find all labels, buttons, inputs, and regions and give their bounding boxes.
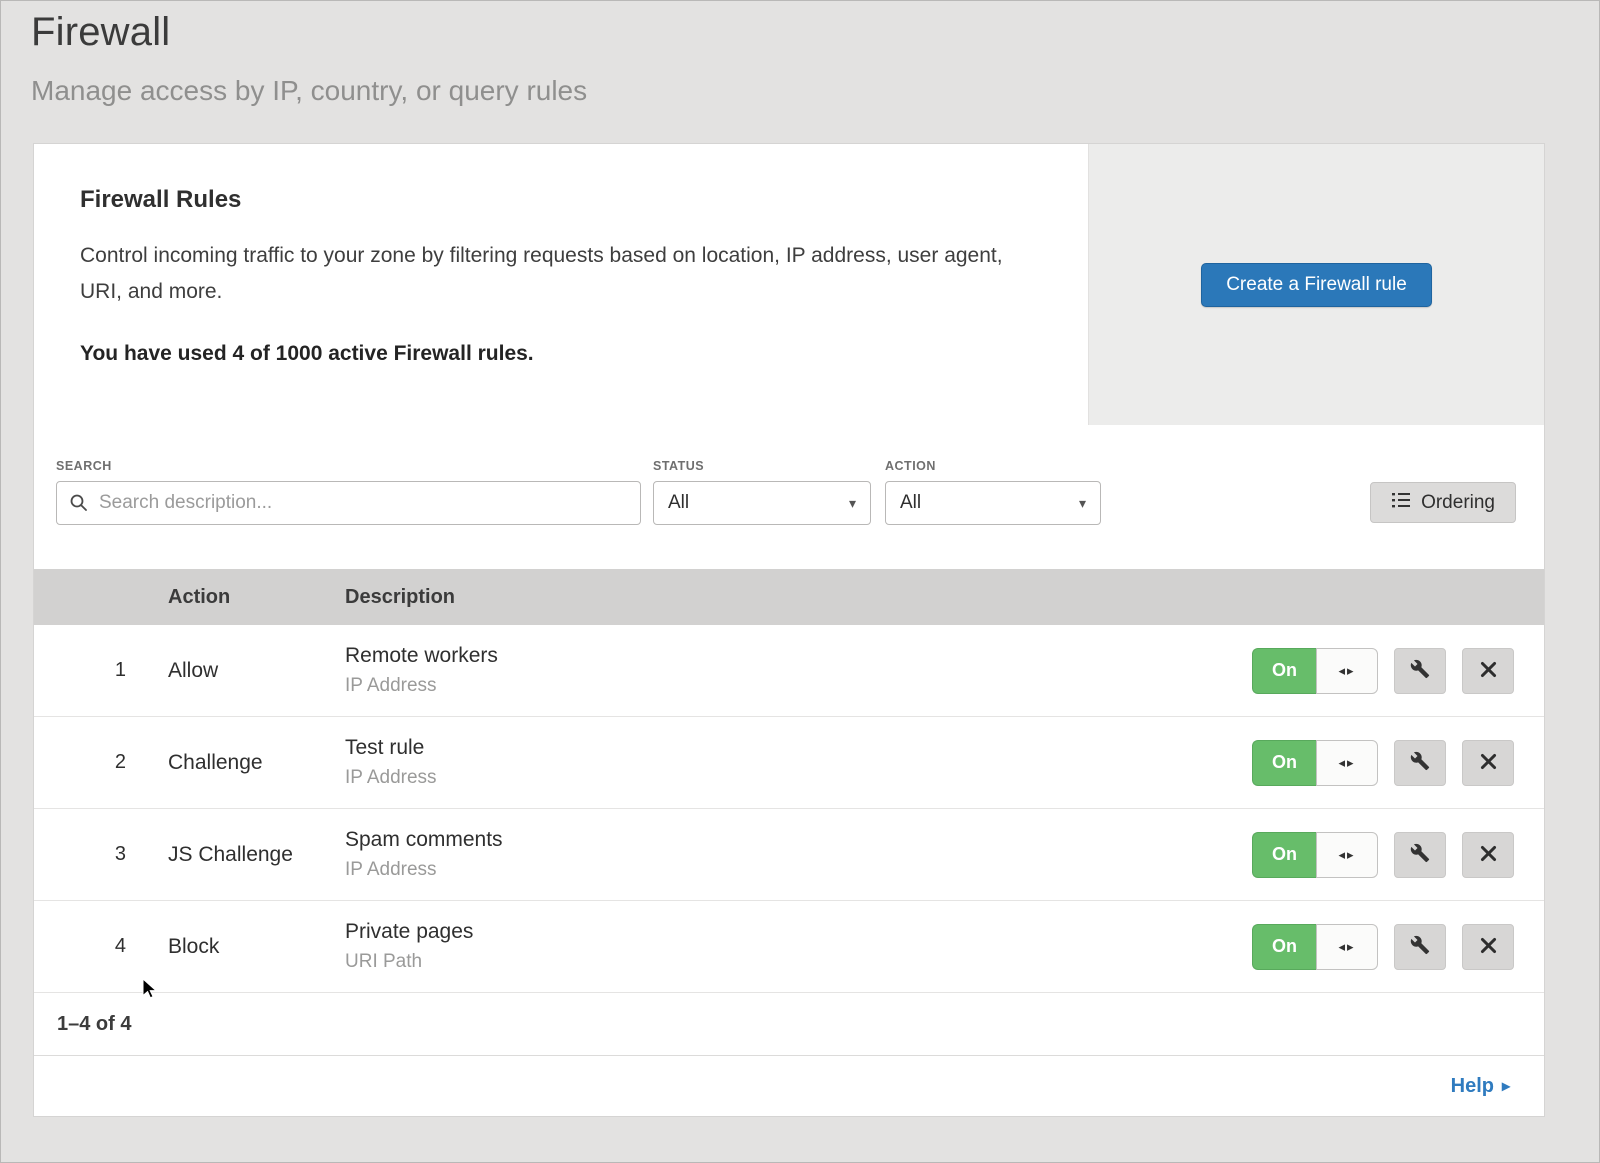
chevron-down-icon: ▾ bbox=[1079, 495, 1086, 512]
search-filter: Search bbox=[56, 459, 641, 525]
rule-action: Challenge bbox=[168, 751, 345, 775]
delete-rule-button[interactable] bbox=[1462, 740, 1514, 786]
status-select[interactable]: All ▾ bbox=[653, 481, 871, 525]
ordered-list-icon bbox=[1391, 491, 1411, 515]
table-footer: 1–4 of 4 bbox=[34, 993, 1544, 1056]
rule-priority: 4 bbox=[34, 935, 168, 958]
page-subtitle: Manage access by IP, country, or query r… bbox=[31, 75, 1600, 107]
status-filter: Status All ▾ bbox=[653, 459, 871, 525]
filter-bar: Search Status All ▾ Action All ▾ bbox=[34, 425, 1544, 569]
rule-action: JS Challenge bbox=[168, 843, 345, 867]
page-title: Firewall bbox=[31, 10, 1600, 55]
intro-text: Firewall Rules Control incoming traffic … bbox=[34, 144, 1088, 425]
intro-action-panel: Create a Firewall rule bbox=[1088, 144, 1544, 425]
rule-priority: 1 bbox=[34, 659, 168, 682]
rule-enabled-toggle[interactable]: On ◂▸ bbox=[1252, 832, 1378, 878]
ordering-button-label: Ordering bbox=[1421, 492, 1495, 514]
delete-rule-button[interactable] bbox=[1462, 832, 1514, 878]
close-icon bbox=[1480, 937, 1497, 957]
help-arrow-icon: ▸ bbox=[1502, 1076, 1510, 1096]
search-label: Search bbox=[56, 459, 641, 473]
search-input[interactable] bbox=[56, 481, 641, 525]
close-icon bbox=[1480, 661, 1497, 681]
rule-enabled-toggle[interactable]: On ◂▸ bbox=[1252, 648, 1378, 694]
create-firewall-rule-button[interactable]: Create a Firewall rule bbox=[1201, 263, 1432, 307]
help-link[interactable]: Help ▸ bbox=[1451, 1075, 1510, 1098]
table-header: Action Description bbox=[34, 569, 1544, 625]
status-label: Status bbox=[653, 459, 871, 473]
rule-description: Private pages bbox=[345, 920, 1214, 944]
chevron-down-icon: ▾ bbox=[849, 495, 856, 512]
wrench-icon bbox=[1410, 935, 1430, 958]
toggle-on-label: On bbox=[1252, 832, 1316, 878]
toggle-on-label: On bbox=[1252, 648, 1316, 694]
rule-action: Block bbox=[168, 935, 345, 959]
toggle-handle-icon: ◂▸ bbox=[1316, 648, 1378, 694]
wrench-icon bbox=[1410, 751, 1430, 774]
firewall-rules-card: Firewall Rules Control incoming traffic … bbox=[33, 143, 1545, 1117]
card-footer: Help ▸ bbox=[34, 1056, 1544, 1116]
rule-enabled-toggle[interactable]: On ◂▸ bbox=[1252, 740, 1378, 786]
rule-priority: 3 bbox=[34, 843, 168, 866]
delete-rule-button[interactable] bbox=[1462, 924, 1514, 970]
search-icon bbox=[69, 493, 89, 518]
wrench-icon bbox=[1410, 659, 1430, 682]
table-row: 3 JS Challenge Spam comments IP Address … bbox=[34, 809, 1544, 901]
wrench-icon bbox=[1410, 843, 1430, 866]
table-row: 2 Challenge Test rule IP Address On ◂▸ bbox=[34, 717, 1544, 809]
toggle-handle-icon: ◂▸ bbox=[1316, 740, 1378, 786]
edit-rule-button[interactable] bbox=[1394, 832, 1446, 878]
status-value: All bbox=[668, 492, 689, 514]
column-header-action: Action bbox=[168, 586, 345, 609]
rule-enabled-toggle[interactable]: On ◂▸ bbox=[1252, 924, 1378, 970]
rule-priority: 2 bbox=[34, 751, 168, 774]
close-icon bbox=[1480, 753, 1497, 773]
toggle-handle-icon: ◂▸ bbox=[1316, 832, 1378, 878]
section-description: Control incoming traffic to your zone by… bbox=[80, 238, 1025, 310]
rule-description: Test rule bbox=[345, 736, 1214, 760]
column-header-description: Description bbox=[345, 586, 1214, 609]
pagination-summary: 1–4 of 4 bbox=[57, 1013, 131, 1036]
table-row: 1 Allow Remote workers IP Address On ◂▸ bbox=[34, 625, 1544, 717]
toggle-on-label: On bbox=[1252, 924, 1316, 970]
edit-rule-button[interactable] bbox=[1394, 648, 1446, 694]
rule-action: Allow bbox=[168, 659, 345, 683]
delete-rule-button[interactable] bbox=[1462, 648, 1514, 694]
rule-match-type: URI Path bbox=[345, 951, 1214, 973]
rule-description: Spam comments bbox=[345, 828, 1214, 852]
table-row: 4 Block Private pages URI Path On ◂▸ bbox=[34, 901, 1544, 993]
help-link-label: Help bbox=[1451, 1075, 1494, 1098]
edit-rule-button[interactable] bbox=[1394, 740, 1446, 786]
close-icon bbox=[1480, 845, 1497, 865]
intro-section: Firewall Rules Control incoming traffic … bbox=[34, 144, 1544, 425]
usage-summary: You have used 4 of 1000 active Firewall … bbox=[80, 342, 1048, 366]
section-title: Firewall Rules bbox=[80, 186, 1048, 214]
rules-table: Action Description 1 Allow Remote worker… bbox=[34, 569, 1544, 1056]
action-select[interactable]: All ▾ bbox=[885, 481, 1101, 525]
rule-description: Remote workers bbox=[345, 644, 1214, 668]
edit-rule-button[interactable] bbox=[1394, 924, 1446, 970]
action-label: Action bbox=[885, 459, 1101, 473]
ordering-button[interactable]: Ordering bbox=[1370, 482, 1516, 523]
page-header: Firewall Manage access by IP, country, o… bbox=[0, 0, 1600, 107]
toggle-handle-icon: ◂▸ bbox=[1316, 924, 1378, 970]
toggle-on-label: On bbox=[1252, 740, 1316, 786]
action-filter: Action All ▾ bbox=[885, 459, 1101, 525]
rule-match-type: IP Address bbox=[345, 767, 1214, 789]
action-value: All bbox=[900, 492, 921, 514]
rule-match-type: IP Address bbox=[345, 675, 1214, 697]
rule-match-type: IP Address bbox=[345, 859, 1214, 881]
